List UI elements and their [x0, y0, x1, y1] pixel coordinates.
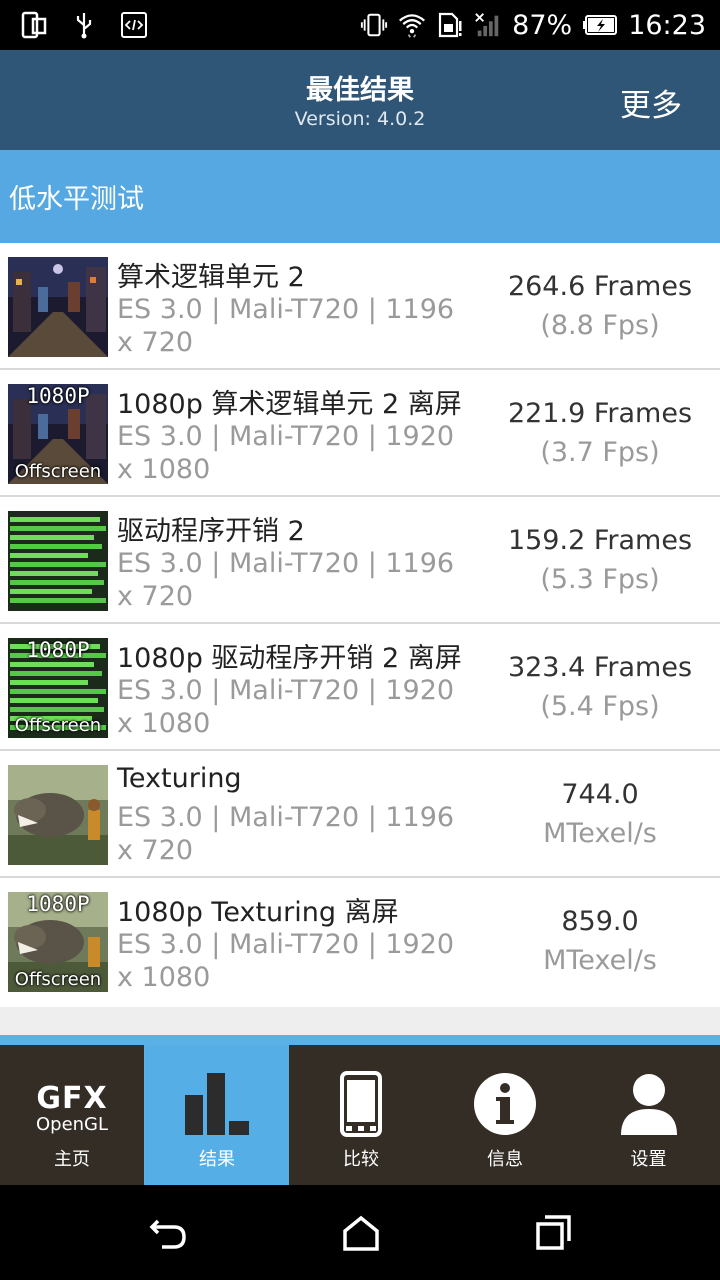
result-row[interactable]: 1080P Offscreen 1080p 算术逻辑单元 2 离屏 ES 3.0… — [0, 370, 720, 497]
recent-apps-icon — [536, 1215, 571, 1250]
benchmark-score: 323.4 Frames — [507, 652, 693, 683]
benchmark-details: ES 3.0 | Mali-T720 | 1920 x 1080 — [117, 929, 455, 993]
result-row[interactable]: 驱动程序开销 2 ES 3.0 | Mali-T720 | 1196 x 720… — [0, 497, 720, 624]
benchmark-title: 1080p 算术逻辑单元 2 离屏 — [117, 389, 462, 420]
resolution-badge: 1080P — [26, 384, 90, 408]
tab-compare[interactable]: 比较 — [289, 1045, 433, 1185]
benchmark-unit: MTexel/s — [543, 945, 657, 976]
tab-settings[interactable]: 设置 — [577, 1045, 720, 1185]
result-row[interactable]: 1080P Offscreen 1080p Texturing 离屏 ES 3.… — [0, 878, 720, 1005]
battery-charging-icon — [582, 11, 618, 39]
screen-mirror-icon — [20, 11, 48, 39]
home-icon — [343, 1215, 379, 1251]
battery-percent: 87% — [512, 9, 573, 41]
opengl-logo-text: OpenGL — [35, 1114, 109, 1135]
benchmark-title: Texturing — [117, 763, 242, 794]
list-footer-spacer — [0, 1007, 720, 1035]
benchmark-score: 859.0 — [561, 906, 639, 937]
resolution-badge: 1080P — [26, 892, 90, 916]
section-header: 低水平测试 — [0, 150, 720, 243]
tab-label: 结果 — [199, 1149, 235, 1170]
results-list: 算术逻辑单元 2 ES 3.0 | Mali-T720 | 1196 x 720… — [0, 243, 720, 1005]
user-icon — [577, 1069, 720, 1139]
benchmark-thumbnail: 1080P Offscreen — [8, 892, 108, 992]
gfx-logo-text: GFX — [36, 1081, 108, 1116]
result-row[interactable]: Texturing ES 3.0 | Mali-T720 | 1196 x 72… — [0, 751, 720, 878]
home-button[interactable] — [341, 1213, 381, 1253]
bottom-nav: GFX OpenGL 主页 结果 比较 信息 设置 — [0, 1035, 720, 1185]
tab-label: 主页 — [54, 1149, 90, 1170]
developer-code-icon — [120, 11, 148, 39]
benchmark-title: 1080p Texturing 离屏 — [117, 897, 399, 928]
system-nav-bar — [0, 1185, 720, 1280]
info-icon — [433, 1069, 577, 1139]
benchmark-unit: (5.4 Fps) — [540, 691, 660, 722]
benchmark-score: 264.6 Frames — [507, 271, 693, 302]
benchmark-score: 221.9 Frames — [507, 398, 693, 429]
benchmark-thumbnail: 1080P Offscreen — [8, 384, 108, 484]
tab-label: 比较 — [343, 1149, 379, 1170]
tab-info[interactable]: 信息 — [433, 1045, 577, 1185]
offscreen-badge: Offscreen — [14, 969, 102, 990]
benchmark-thumbnail — [8, 765, 108, 865]
offscreen-badge: Offscreen — [14, 715, 102, 736]
wifi-icon — [398, 11, 426, 39]
benchmark-details: ES 3.0 | Mali-T720 | 1920 x 1080 — [117, 675, 455, 739]
sim-card-icon — [436, 11, 464, 39]
signal-icon — [474, 11, 502, 39]
vibrate-icon — [360, 11, 388, 39]
tab-home[interactable]: GFX OpenGL 主页 — [0, 1045, 144, 1185]
phone-icon — [289, 1069, 433, 1139]
tab-results[interactable]: 结果 — [145, 1045, 289, 1185]
more-button[interactable]: 更多 — [620, 80, 682, 125]
benchmark-unit: (5.3 Fps) — [540, 564, 660, 595]
benchmark-unit: (8.8 Fps) — [540, 310, 660, 341]
gfx-logo-icon: GFX OpenGL — [0, 1075, 144, 1145]
benchmark-thumbnail — [8, 257, 108, 357]
benchmark-details: ES 3.0 | Mali-T720 | 1920 x 1080 — [117, 421, 455, 485]
benchmark-unit: (3.7 Fps) — [540, 437, 660, 468]
status-bar-left — [20, 11, 148, 39]
usb-icon — [70, 11, 98, 39]
recent-apps-button[interactable] — [534, 1213, 574, 1253]
app-header: 最佳结果 Version: 4.0.2 更多 — [0, 50, 720, 150]
benchmark-thumbnail: 1080P Offscreen — [8, 638, 108, 738]
result-row[interactable]: 1080P Offscreen 1080p 驱动程序开销 2 离屏 ES 3.0… — [0, 624, 720, 751]
bar-chart-icon — [145, 1069, 289, 1139]
status-bar-right: 87% 16:23 — [360, 10, 706, 41]
tab-label: 设置 — [630, 1149, 667, 1170]
offscreen-badge: Offscreen — [14, 461, 102, 482]
benchmark-details: ES 3.0 | Mali-T720 | 1196 x 720 — [117, 548, 455, 612]
benchmark-score: 744.0 — [561, 779, 639, 810]
clock: 16:23 — [628, 9, 706, 41]
benchmark-title: 算术逻辑单元 2 — [117, 262, 305, 293]
status-bar: 87% 16:23 — [0, 0, 720, 50]
benchmark-details: ES 3.0 | Mali-T720 | 1196 x 720 — [117, 294, 455, 358]
benchmark-title: 驱动程序开销 2 — [117, 516, 305, 547]
back-icon — [149, 1219, 186, 1249]
resolution-badge: 1080P — [26, 638, 90, 662]
benchmark-details: ES 3.0 | Mali-T720 | 1196 x 720 — [117, 802, 455, 866]
benchmark-title: 1080p 驱动程序开销 2 离屏 — [117, 643, 462, 674]
benchmark-unit: MTexel/s — [543, 818, 657, 849]
result-row[interactable]: 算术逻辑单元 2 ES 3.0 | Mali-T720 | 1196 x 720… — [0, 243, 720, 370]
page-title: 最佳结果 — [306, 75, 414, 106]
version-label: Version: 4.0.2 — [294, 108, 426, 130]
section-title: 低水平测试 — [9, 184, 144, 215]
back-button[interactable] — [148, 1213, 188, 1253]
benchmark-thumbnail — [8, 511, 108, 611]
benchmark-score: 159.2 Frames — [507, 525, 693, 556]
tab-label: 信息 — [487, 1149, 523, 1170]
